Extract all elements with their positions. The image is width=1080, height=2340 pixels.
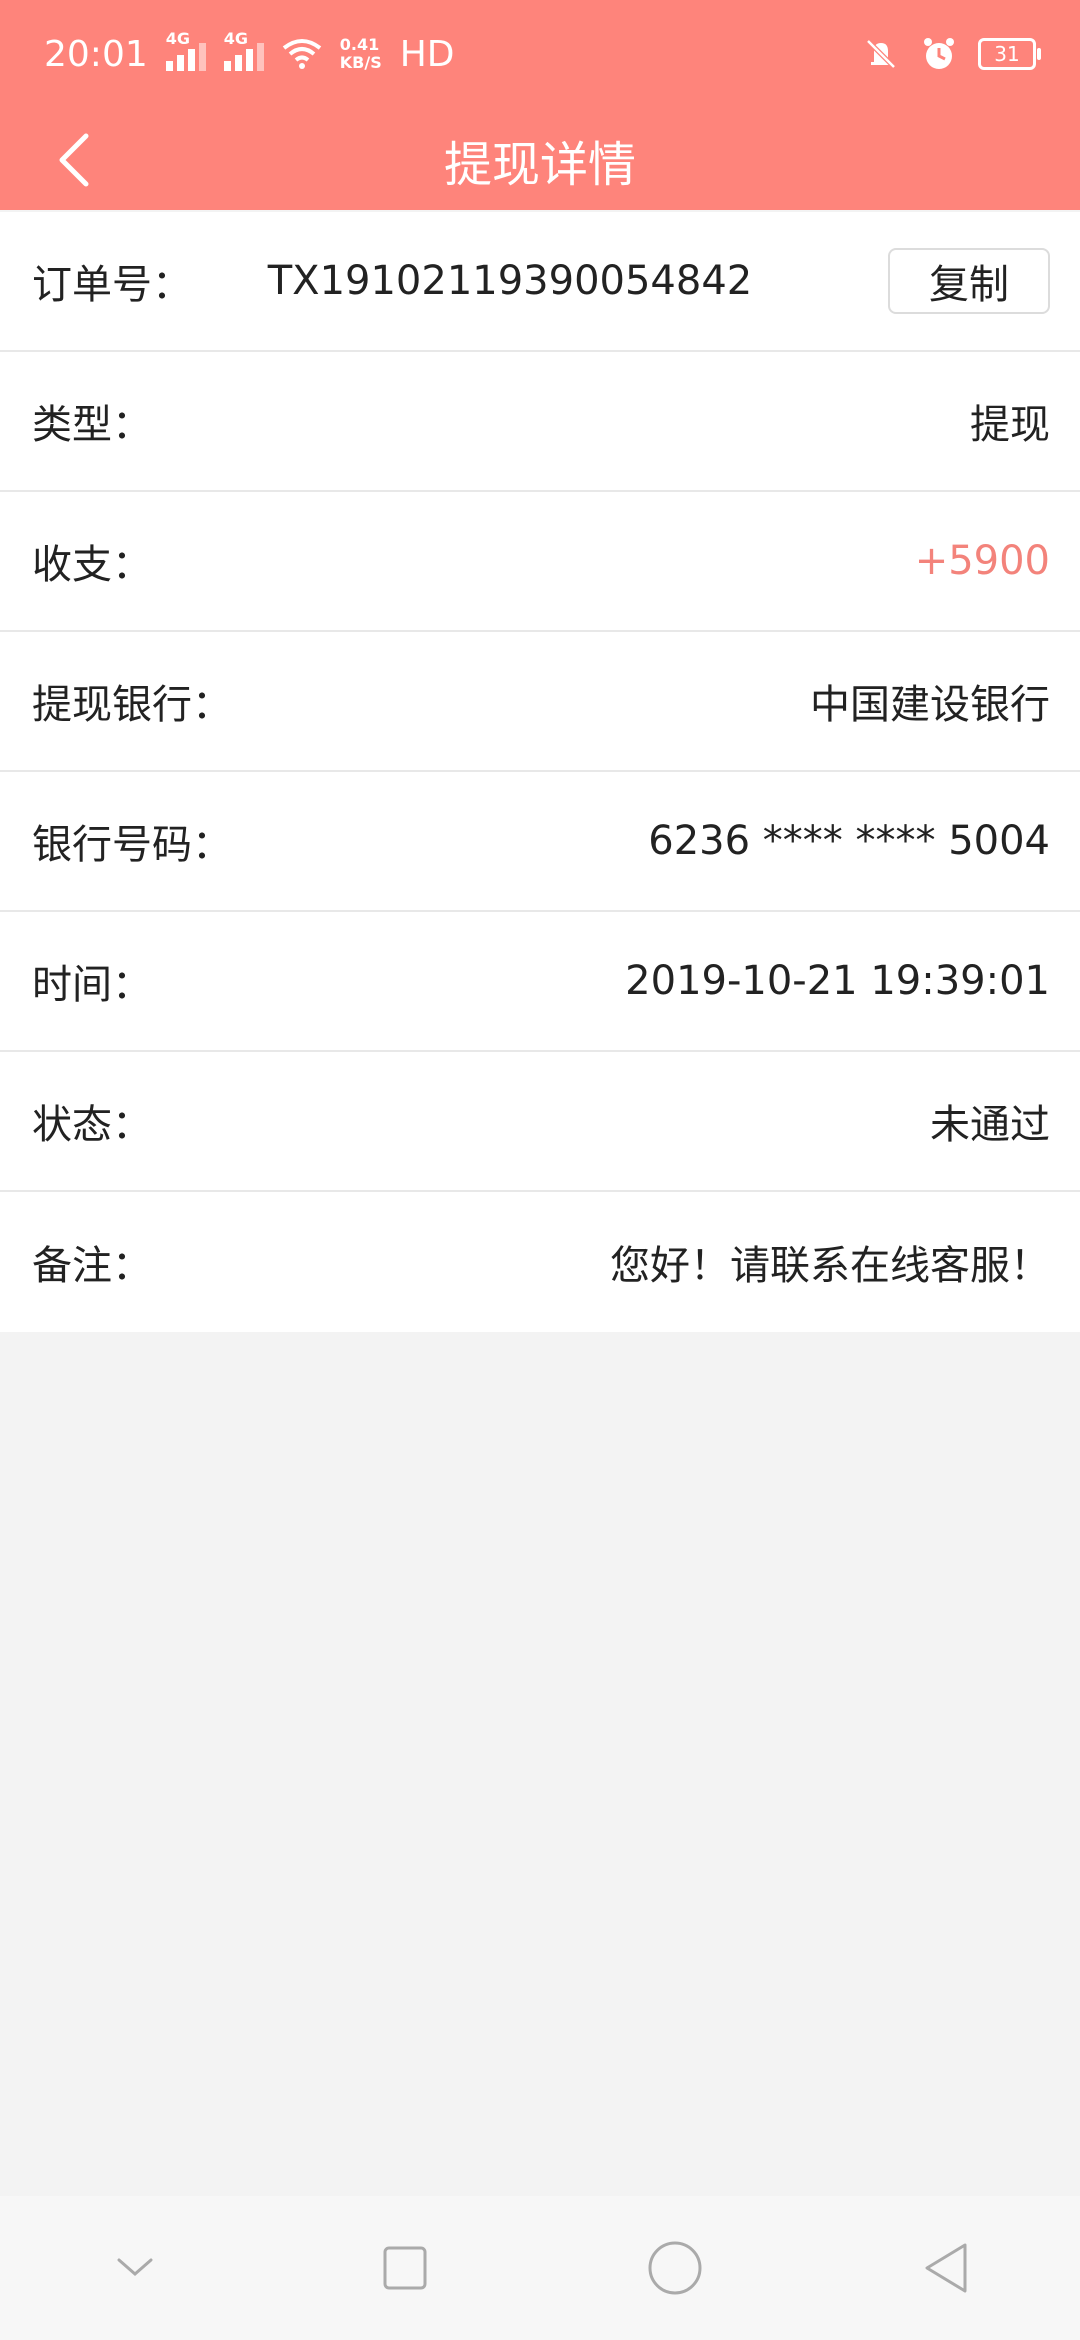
page-title: 提现详情 [443,137,636,193]
back-icon [925,2243,967,2293]
home-button[interactable] [615,2208,735,2328]
withdrawal-detail-list: 订单号： TX19102119390054842 复制 类型： 提现 收支： +… [0,212,1080,1332]
header: 提现详情 [0,110,1080,210]
battery-icon: 31 [978,38,1041,70]
bank-label: 提现银行： [32,682,232,728]
remark-label: 备注： [32,1243,152,1289]
recent-apps-icon [383,2246,427,2290]
type-label: 类型： [32,402,152,448]
status-label: 状态： [32,1102,152,1148]
order-row: 订单号： TX19102119390054842 复制 [0,212,1080,352]
signal-icon: 4G [165,29,206,71]
card-number-value: 6236 **** **** 5004 [648,818,1050,864]
order-label: 订单号： [32,262,192,308]
remark-row: 备注： 您好！请联系在线客服！ [0,1192,1080,1332]
wifi-icon [282,39,321,69]
mute-icon [866,39,896,69]
time-row: 时间： 2019-10-21 19:39:01 [0,912,1080,1052]
status-bar: 20:01 4G 4G 0.41 KB/S HD 31 [0,0,1080,110]
amount-label: 收支： [32,542,152,588]
system-nav-bar [0,2196,1080,2340]
status-time: 20:01 [44,33,148,75]
status-row: 状态： 未通过 [0,1052,1080,1192]
time-label: 时间： [32,962,152,1008]
copy-button[interactable]: 复制 [888,248,1050,314]
home-icon [648,2241,702,2295]
amount-value: +5900 [914,538,1050,584]
alarm-icon [924,38,954,69]
system-back-button[interactable] [885,2208,1005,2328]
top-bar: 20:01 4G 4G 0.41 KB/S HD 31 提现详情 [0,0,1080,210]
status-value: 未通过 [930,1102,1050,1148]
card-number-row: 银行号码： 6236 **** **** 5004 [0,772,1080,912]
amount-row: 收支： +5900 [0,492,1080,632]
time-value: 2019-10-21 19:39:01 [625,958,1050,1004]
signal-icon: 4G [223,29,264,71]
type-value: 提现 [970,402,1050,448]
remark-value: 您好！请联系在线客服！ [610,1243,1050,1289]
type-row: 类型： 提现 [0,352,1080,492]
collapse-icon [117,2258,153,2276]
recent-apps-button[interactable] [345,2208,465,2328]
hd-indicator: HD [399,33,455,75]
network-speed: 0.41 KB/S [339,35,382,72]
card-number-label: 银行号码： [32,822,232,868]
bank-value: 中国建设银行 [810,682,1050,728]
order-number: TX19102119390054842 [267,258,753,304]
bank-row: 提现银行： 中国建设银行 [0,632,1080,772]
collapse-button[interactable] [75,2208,195,2328]
